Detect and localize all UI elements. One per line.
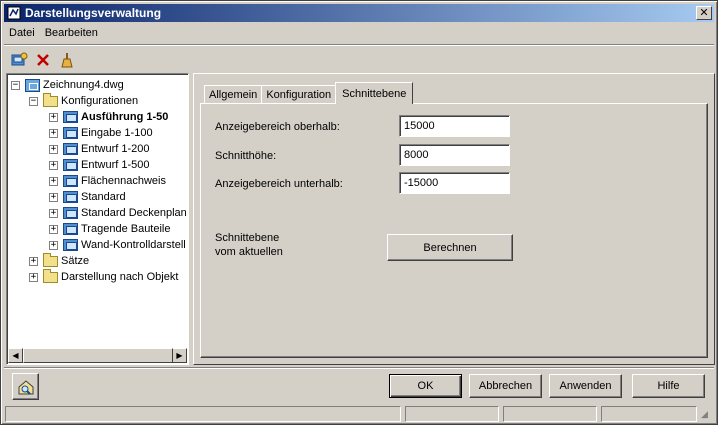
scroll-right-icon[interactable]: ▶ [172,348,187,363]
tree-item-config[interactable]: + Entwurf 1-200 [49,141,149,157]
configuration-icon [62,110,78,124]
expand-icon[interactable]: + [49,224,58,234]
scroll-track[interactable] [23,348,173,363]
calculate-button[interactable]: Berechnen [387,234,513,261]
collapse-icon[interactable]: − [29,96,38,106]
expand-icon[interactable]: + [29,272,38,282]
drawing-icon [24,78,40,92]
expand-icon[interactable]: + [29,256,38,266]
tree-item-label: Darstellung nach Objekt [61,271,179,283]
tree-item-label: Tragende Bauteile [81,223,171,235]
house-search-icon [18,379,33,395]
tree-item-label: Wand-Kontrolldarstell [81,239,186,251]
status-pane-4 [601,406,697,422]
configuration-icon [62,190,78,204]
status-pane-1 [5,406,401,422]
display-manager-button[interactable] [12,373,39,400]
scroll-left-icon[interactable]: ◀ [8,348,23,363]
tree-item-config[interactable]: + Flächennachweis [49,173,166,189]
menu-bearbeiten[interactable]: Bearbeiten [40,27,103,39]
tree-item-label: Konfigurationen [61,95,139,107]
below-range-label: Anzeigebereich unterhalb: [215,178,343,190]
title-bar[interactable]: Darstellungsverwaltung ✕ [4,4,714,22]
tree-item-label: Entwurf 1-500 [81,159,150,171]
expand-icon[interactable]: + [49,208,58,218]
above-range-label: Anzeigebereich oberhalb: [215,121,340,133]
tree-item-konfigurationen[interactable]: − Konfigurationen [29,92,139,109]
apply-button[interactable]: Anwenden [549,374,622,398]
tree-item-config[interactable]: + Standard Deckenplan [49,205,186,221]
configuration-icon [62,206,78,220]
tree-item-label: Standard Deckenplan [81,207,186,219]
ok-button[interactable]: OK [389,374,462,398]
toolbar [9,49,77,71]
collapse-icon[interactable]: − [11,80,20,90]
expand-icon[interactable]: + [49,144,58,154]
configuration-icon [62,238,78,252]
above-range-input[interactable]: 15000 [399,115,510,137]
close-button[interactable]: ✕ [696,6,712,20]
folder-icon [42,268,58,284]
tree-item-label: Zeichnung4.dwg [43,79,124,91]
configuration-tree[interactable]: − Zeichnung4.dwg − Konfigurationen + Aus… [6,73,189,365]
expand-icon[interactable]: + [49,192,58,202]
from-current-label-line2: vom aktuellen [215,246,283,258]
menu-datei[interactable]: Datei [4,27,40,39]
tab-konfiguration[interactable]: Konfiguration [261,85,337,104]
below-range-input[interactable]: -15000 [399,172,510,194]
cut-height-label: Schnitthöhe: [215,150,277,162]
tree-item-label: Sätze [61,255,90,267]
tree-item-label: Flächennachweis [81,175,166,187]
tree-item-label: Ausführung 1-50 [81,111,169,123]
tab-schnittebene[interactable]: Schnittebene [335,82,414,104]
tree-item-label: Entwurf 1-200 [81,143,150,155]
tree-item-config[interactable]: + Standard [49,189,126,205]
tree-item-config[interactable]: + Tragende Bauteile [49,221,171,237]
folder-icon [42,252,58,268]
configuration-icon [62,126,78,140]
help-button[interactable]: Hilfe [632,374,705,398]
tree-item-config[interactable]: + Eingabe 1-100 [49,125,153,141]
from-current-label-line1: Schnittebene [215,232,280,244]
tree-item-label: Eingabe 1-100 [81,127,153,139]
folder-icon [42,92,58,108]
expand-icon[interactable]: + [49,128,58,138]
status-pane-3 [503,406,597,422]
expand-icon[interactable]: + [49,112,58,122]
app-icon [6,5,22,21]
tree-item-saetze[interactable]: + Sätze [29,252,90,269]
menu-bar: Datei Bearbeiten [4,24,103,42]
tree-item-config[interactable]: + Ausführung 1-50 [49,109,168,125]
scroll-thumb[interactable] [23,348,173,363]
tree-horizontal-scrollbar[interactable]: ◀ ▶ [8,348,187,363]
tree-item-config[interactable]: + Wand-Kontrolldarstell [49,237,186,253]
tree-item-config[interactable]: + Entwurf 1-500 [49,157,149,173]
size-grip-icon[interactable]: ◢ [701,409,708,420]
bottom-separator [4,367,714,369]
tab-page-schnittebene [200,103,708,358]
tab-bar: Allgemein Konfiguration Schnittebene [204,82,414,104]
configuration-icon [62,174,78,188]
expand-icon[interactable]: + [49,160,58,170]
configuration-icon [62,142,78,156]
configuration-icon [62,222,78,236]
cut-height-input[interactable]: 8000 [399,144,510,166]
expand-icon[interactable]: + [49,176,58,186]
status-pane-2 [405,406,499,422]
window-title: Darstellungsverwaltung [25,6,162,20]
dialog-window: Darstellungsverwaltung ✕ Datei Bearbeite… [0,0,718,425]
tree-item-label: Standard [81,191,126,203]
tab-allgemein[interactable]: Allgemein [204,85,263,104]
delete-icon[interactable] [33,50,53,70]
cancel-button[interactable]: Abbrechen [469,374,542,398]
tree-item-root[interactable]: − Zeichnung4.dwg [11,77,124,93]
tree-item-darstellung-nach-objekt[interactable]: + Darstellung nach Objekt [29,268,179,285]
new-config-icon[interactable] [9,50,29,70]
configuration-icon [62,158,78,172]
menu-separator [4,44,714,46]
purge-icon[interactable] [57,50,77,70]
expand-icon[interactable]: + [49,240,58,250]
